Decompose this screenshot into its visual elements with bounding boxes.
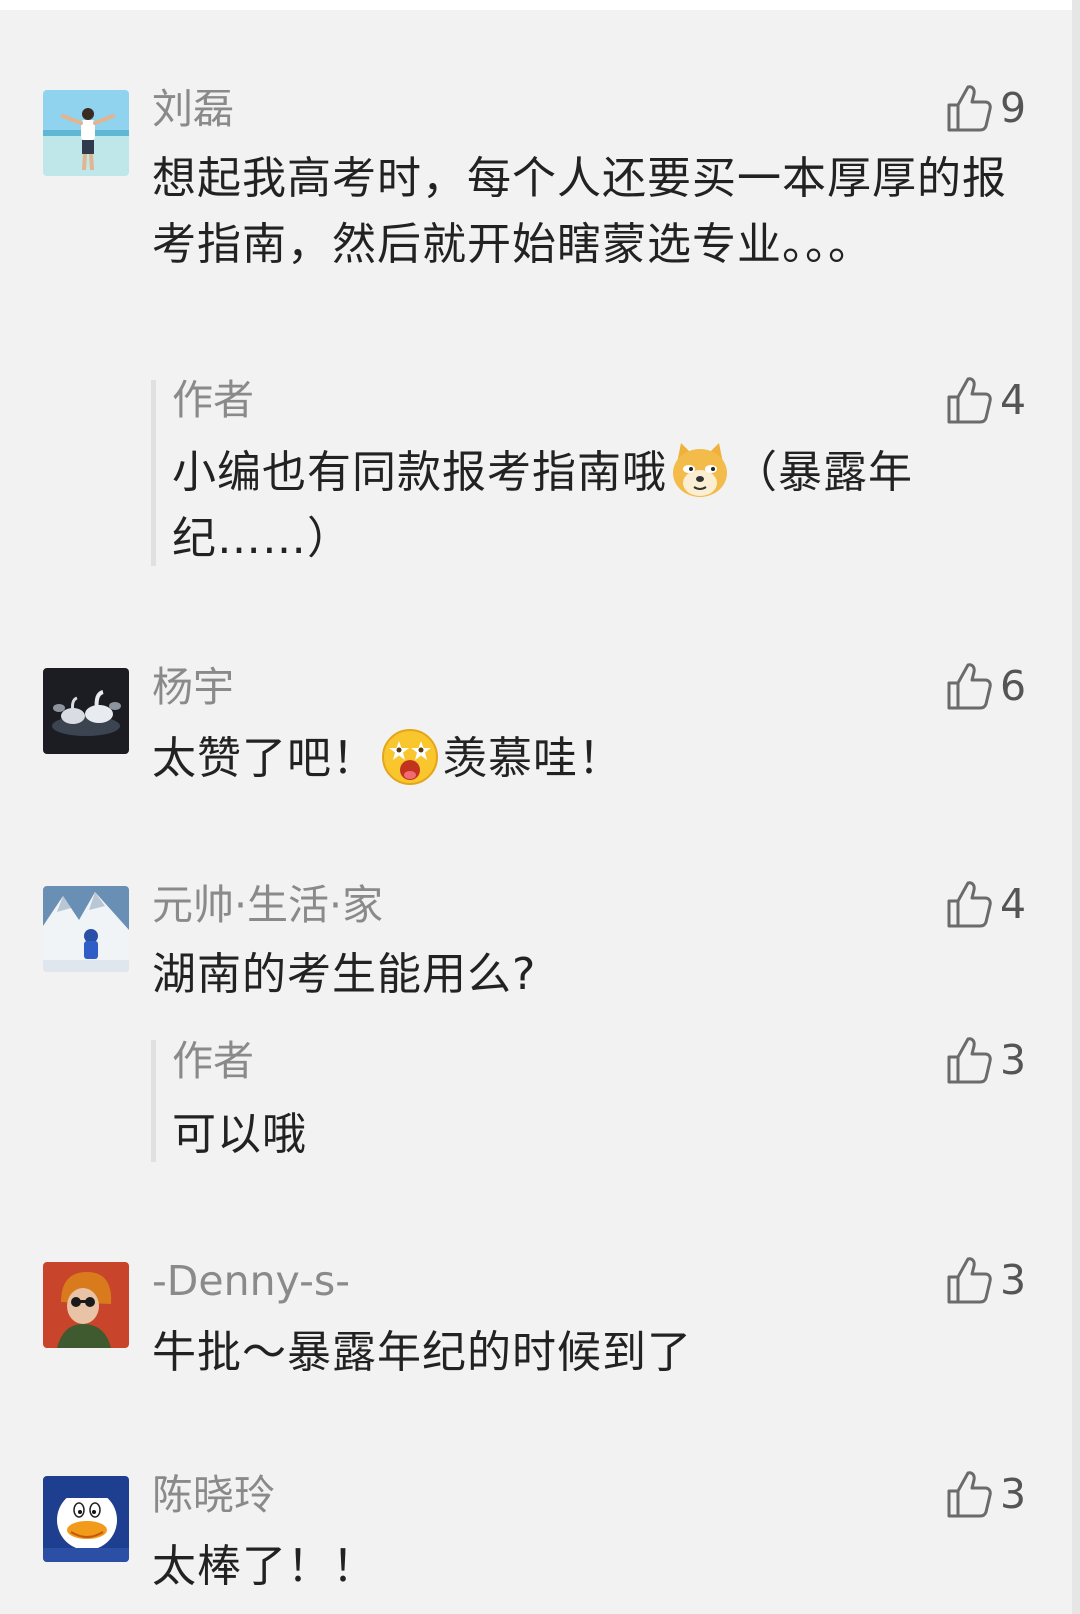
reply-bar: [151, 1040, 156, 1162]
avatar-yang-yu[interactable]: [43, 668, 129, 754]
like-count: 4: [1000, 880, 1027, 928]
comment-text: 太棒了！！: [152, 1541, 377, 1592]
thumbs-up-icon: [946, 83, 992, 133]
comment-text: 想起我高考时，每个人还要买一本厚厚的报考指南，然后就开始瞎蒙选专业。。。: [152, 153, 1007, 270]
comment-text: 太赞了吧！ 羡慕哇！: [152, 726, 1012, 792]
thumbs-up-icon: [946, 1255, 992, 1305]
commenter-name[interactable]: 陈晓玲: [152, 1470, 275, 1520]
like-button[interactable]: 3: [946, 1252, 1026, 1308]
avatar-chen-xiaoling[interactable]: [43, 1476, 129, 1562]
like-count: 3: [1000, 1470, 1027, 1518]
star-eyes-emoji-icon: [379, 727, 441, 785]
thumbs-up-icon: [946, 375, 992, 425]
avatar-liu-lei[interactable]: [43, 90, 129, 176]
avatar-beach-photo: [43, 90, 129, 176]
like-count: 3: [1000, 1256, 1027, 1304]
commenter-name[interactable]: 元帅·生活·家: [152, 880, 383, 930]
thumbs-up-icon: [946, 661, 992, 711]
thumbs-up-icon: [946, 1035, 992, 1085]
comment-text: 牛批～暴露年纪的时候到了: [152, 1327, 692, 1378]
avatar-swans-photo: [43, 668, 129, 754]
reply-text: 小编也有同款报考指南哦 （暴露年纪……）: [172, 440, 1012, 572]
avatar-yuanshuai[interactable]: [43, 886, 129, 972]
comment-text-part: 太赞了吧！: [152, 733, 377, 784]
like-count: 3: [1000, 1036, 1027, 1084]
like-button[interactable]: 9: [946, 80, 1026, 136]
thumbs-up-icon: [946, 1469, 992, 1519]
commenter-name[interactable]: 刘磊: [152, 84, 234, 134]
author-label: 作者: [172, 376, 254, 424]
avatar-portrait-photo: [43, 1262, 129, 1348]
reply-text-part: 小编也有同款报考指南哦: [172, 447, 667, 498]
avatar-snow-mountain-photo: [43, 886, 129, 972]
commenter-name[interactable]: 杨宇: [152, 662, 234, 712]
like-button[interactable]: 4: [946, 876, 1026, 932]
thumbs-up-icon: [946, 879, 992, 929]
commenter-name[interactable]: -Denny-s-: [152, 1256, 350, 1306]
reply-text: 可以哦: [172, 1109, 307, 1160]
comment-text-part: 羡慕哇！: [443, 733, 623, 784]
top-strip: [0, 0, 1080, 10]
doge-emoji-icon: [669, 441, 731, 499]
avatar-denny[interactable]: [43, 1262, 129, 1348]
right-edge: [1072, 0, 1080, 1614]
comment-text: 湖南的考生能用么?: [152, 949, 537, 1000]
avatar-cartoon-duck: [43, 1476, 129, 1562]
reply-bar: [151, 380, 156, 566]
like-count: 6: [1000, 662, 1027, 710]
author-label: 作者: [172, 1037, 254, 1085]
like-count: 9: [1000, 84, 1027, 132]
like-button[interactable]: 6: [946, 658, 1026, 714]
like-button[interactable]: 3: [946, 1466, 1026, 1522]
like-count: 4: [1000, 376, 1027, 424]
like-button[interactable]: 4: [946, 372, 1026, 428]
like-button[interactable]: 3: [946, 1032, 1026, 1088]
